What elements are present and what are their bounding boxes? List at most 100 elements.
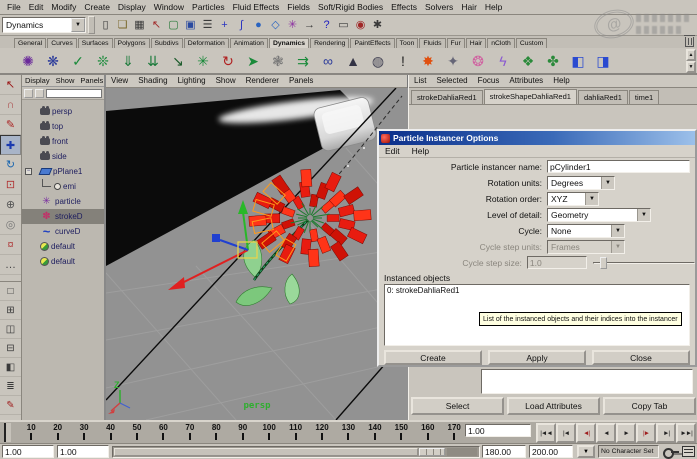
select-hierarchy[interactable]: ↖ [148,17,165,34]
menu-item[interactable]: Fields [283,1,314,13]
character-set-menu-button[interactable]: ▼ [577,445,595,458]
snap-point[interactable]: ● [250,17,267,34]
range-slider-handle[interactable] [419,448,445,456]
rotation-units-dropdown[interactable]: Degrees ▼ [547,176,615,190]
smoke[interactable]: ✦ [441,49,465,73]
outliner-item[interactable]: pPlane1 [22,164,104,179]
shelf-tab[interactable]: Fur [447,38,465,48]
shelf-tab[interactable]: General [14,38,46,48]
menu-item[interactable]: Display [114,1,150,13]
dialog-menu-item[interactable]: Help [406,145,435,157]
paint-select-tool[interactable]: ✎ [0,115,21,135]
collide[interactable]: ◍ [366,49,390,73]
shelf-tab[interactable]: Animation [230,38,268,48]
apply-button[interactable]: Apply [488,350,586,365]
menu-item[interactable]: Particles [188,1,229,13]
menu-item[interactable]: Soft/Rigid Bodies [314,1,387,13]
outliner-item[interactable]: default [22,254,104,269]
outliner-item[interactable]: emi [22,179,104,194]
dialog-menu-item[interactable]: Edit [379,145,406,157]
last-tool[interactable]: … [0,255,21,275]
goal[interactable]: ✓ [66,49,90,73]
shelf-tab[interactable]: Polygons [114,38,150,48]
play-forward-button[interactable]: ► [616,423,636,443]
ae-menu-item[interactable]: Help [548,75,574,87]
scale-tool[interactable]: ⊡ [0,175,21,195]
snap-curve[interactable]: ∫ [233,17,250,34]
instancer-name-input[interactable] [547,160,690,173]
shelf-tab[interactable]: Curves [47,38,77,48]
newton[interactable]: ↘ [166,49,190,73]
surface-flow-2[interactable]: ◨ [591,49,615,73]
move-tool[interactable]: ✚ [0,135,21,155]
menu-item[interactable]: Effects [387,1,421,13]
outliner-item[interactable]: curveD [22,224,104,239]
cycle-step-size-slider[interactable] [593,257,695,269]
new-scene[interactable]: ▯ [97,17,114,34]
open-scene[interactable]: ❏ [114,17,131,34]
shelf-tab[interactable]: Subdivs [151,38,183,48]
select-tool[interactable]: ↖ [0,75,21,95]
play-backwards-button[interactable]: ◄ [596,423,616,443]
chevron-down-icon[interactable]: ▼ [71,18,85,32]
lasso-tool[interactable]: ∩ [0,95,21,115]
particles[interactable]: ❋ [41,49,65,73]
shelf-tab[interactable]: Hair [466,38,486,48]
statusline-divider[interactable] [88,16,95,34]
menuset-dropdown[interactable]: Dynamics ▼ [2,17,86,33]
snap-menu[interactable]: ☰ [199,17,216,34]
viewport-menu-item[interactable]: Lighting [173,75,211,87]
menu-item[interactable]: Fluid Effects [229,1,284,13]
paint-effects-panel[interactable]: ✎ [0,396,21,415]
script-editor[interactable]: ≣ [0,377,21,396]
copy-tab-button[interactable]: Copy Tab [603,397,696,415]
step-back-frame-button[interactable]: |◄ [556,423,576,443]
outliner-sort-button[interactable] [35,89,44,98]
animation-preferences-icon[interactable] [682,446,695,457]
menu-item[interactable]: Help [481,1,506,13]
outliner-item[interactable]: top [22,119,104,134]
ae-tab[interactable]: dahliaRed1 [578,90,628,104]
anim-end-input[interactable] [529,445,573,458]
step-back-key-button[interactable]: ◄| [576,423,596,443]
select-object[interactable]: ▢ [165,17,182,34]
single-pane-layout[interactable]: □ [0,282,21,301]
uniform-field[interactable]: ⇊ [141,49,165,73]
viewport-menu-item[interactable]: Panels [284,75,318,87]
fire[interactable]: ✸ [416,49,440,73]
soft-mod-tool[interactable]: ◎ [0,215,21,235]
menu-item[interactable]: Edit [25,1,48,13]
menu-item[interactable]: Hair [457,1,481,13]
select-button[interactable]: Select [411,397,504,415]
viewport-menu-item[interactable]: Show [211,75,241,87]
current-frame-marker[interactable] [4,423,11,442]
anim-start-input[interactable] [2,445,54,458]
expand-toggle-icon[interactable] [25,168,32,175]
character-set-field[interactable]: No Character Set [598,445,659,458]
viewport-canvas[interactable]: Z persp [106,88,408,420]
go-to-start-button[interactable]: |◄◄ [536,423,556,443]
ae-menu-item[interactable]: Focus [473,75,505,87]
menu-item[interactable]: File [3,1,25,13]
slider-handle[interactable] [600,257,607,269]
shelf-tab[interactable]: nCloth [487,38,515,48]
range-slider-track[interactable] [112,446,480,458]
snap-plane[interactable]: ◇ [267,17,284,34]
outliner-filter-button[interactable] [24,89,33,98]
dialog-titlebar[interactable]: Particle Instancer Options [379,131,695,145]
menu-item[interactable]: Create [80,1,114,13]
ae-tab[interactable]: strokeShapeDahliaRed1 [484,89,577,104]
universal-manip-tool[interactable]: ⊕ [0,195,21,215]
outliner-item[interactable]: default [22,239,104,254]
four-pane-layout[interactable]: ⊞ [0,301,21,320]
select-component[interactable]: ▣ [182,17,199,34]
rotation-order-dropdown[interactable]: XYZ ▼ [547,192,599,206]
step-forward-key-button[interactable]: |► [636,423,656,443]
shelf-tab[interactable]: Custom [516,38,547,48]
ae-menu-item[interactable]: Attributes [504,75,548,87]
shelf-tab[interactable]: PaintEffects [350,38,394,48]
current-time-input[interactable] [465,424,531,437]
close-button[interactable]: Close [592,350,690,365]
shelf-tab[interactable]: Surfaces [78,38,113,48]
shelf-tab[interactable]: Deformation [184,38,229,48]
